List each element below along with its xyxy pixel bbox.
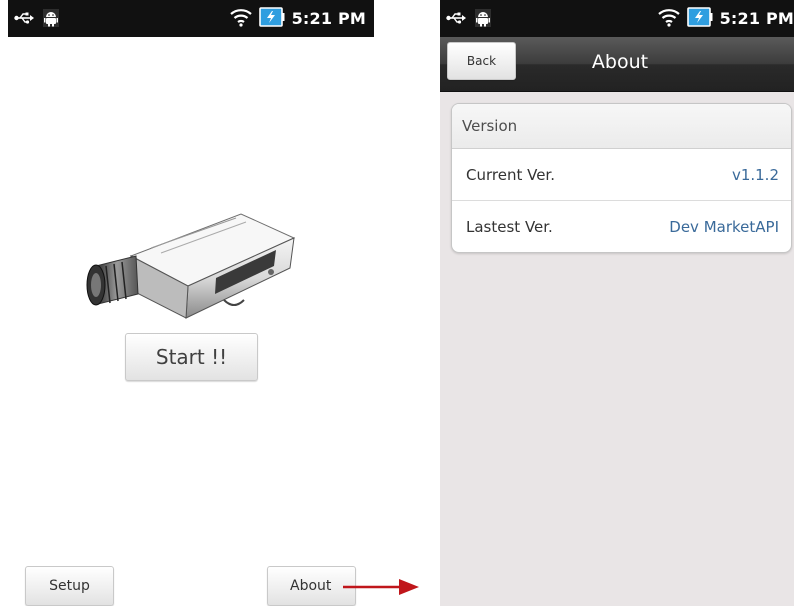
page-title: About [591, 51, 649, 73]
battery-charging-icon [686, 7, 713, 31]
row-value: v1.1.2 [731, 165, 779, 184]
android-debug-icon [43, 9, 59, 31]
usb-icon [446, 10, 466, 30]
row-label: Lastest Ver. [466, 217, 553, 236]
navigation-bar: Back About [440, 37, 794, 92]
status-time: 5:21 PM [719, 9, 794, 28]
back-button[interactable]: Back [447, 42, 516, 80]
row-label: Current Ver. [466, 165, 555, 184]
status-bar: 5:21 PM [8, 0, 374, 37]
setup-button[interactable]: Setup [25, 566, 114, 606]
android-debug-icon [475, 9, 491, 31]
version-table: Version Current Ver. v1.1.2 Lastest Ver.… [451, 103, 792, 253]
row-value: Dev MarketAPI [669, 217, 779, 236]
table-row: Lastest Ver. Dev MarketAPI [452, 200, 791, 252]
section-header: Version [452, 104, 791, 149]
wifi-icon [657, 7, 680, 31]
usb-icon [14, 10, 34, 30]
table-row: Current Ver. v1.1.2 [452, 149, 791, 200]
security-camera-icon [76, 208, 306, 328]
main-screen: 5:21 PM Start !! Setup About [8, 0, 374, 606]
status-bar: 5:21 PM [440, 0, 794, 37]
start-button[interactable]: Start !! [125, 333, 258, 381]
red-arrow-icon [343, 578, 419, 596]
wifi-icon [229, 7, 252, 31]
about-screen: 5:21 PM Back About Version Current Ver. … [440, 0, 794, 606]
battery-charging-icon [258, 7, 285, 31]
status-time: 5:21 PM [291, 9, 366, 28]
